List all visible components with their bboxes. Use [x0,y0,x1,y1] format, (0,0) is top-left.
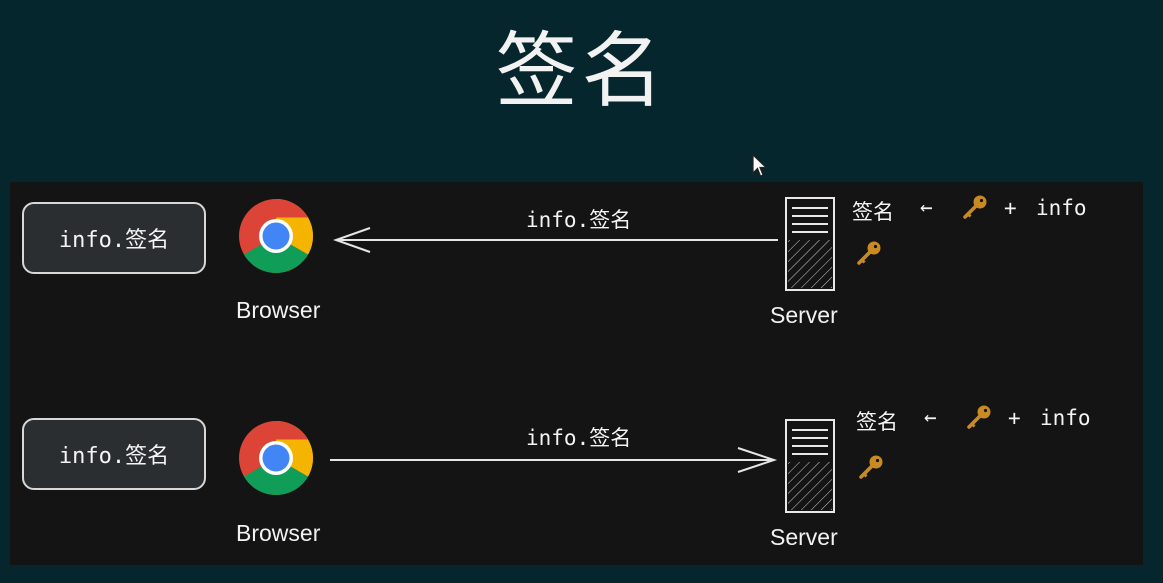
server-icon [784,196,836,292]
server-icon [784,418,836,514]
key-icon [858,454,884,480]
server-label: Server [770,524,838,550]
chrome-icon [238,198,314,274]
formula-operand: info [1036,196,1087,220]
formula-plus: + [1008,406,1021,430]
signature-result: 签名 [856,410,898,434]
info-signature-box: info.签名 [22,418,206,490]
formula-arrow: ← [924,405,937,429]
formula-arrow: ← [920,195,933,219]
chrome-icon [238,420,314,496]
key-icon [962,194,988,220]
page-title: 签名 [495,24,668,119]
key-icon [966,404,992,430]
diagram-panel: info.签名 Browser info.签名 Server 签名 ← + in… [10,182,1143,565]
arrow-right-icon [328,442,780,476]
browser-label: Browser [236,297,321,323]
formula-operand: info [1040,406,1091,430]
info-signature-box: info.签名 [22,202,206,274]
arrow-left-icon [330,222,780,256]
browser-label: Browser [236,520,321,546]
server-label: Server [770,302,838,328]
formula-plus: + [1004,196,1017,220]
signature-result: 签名 [852,200,894,224]
key-icon [856,240,882,266]
mouse-cursor-icon [752,154,768,178]
